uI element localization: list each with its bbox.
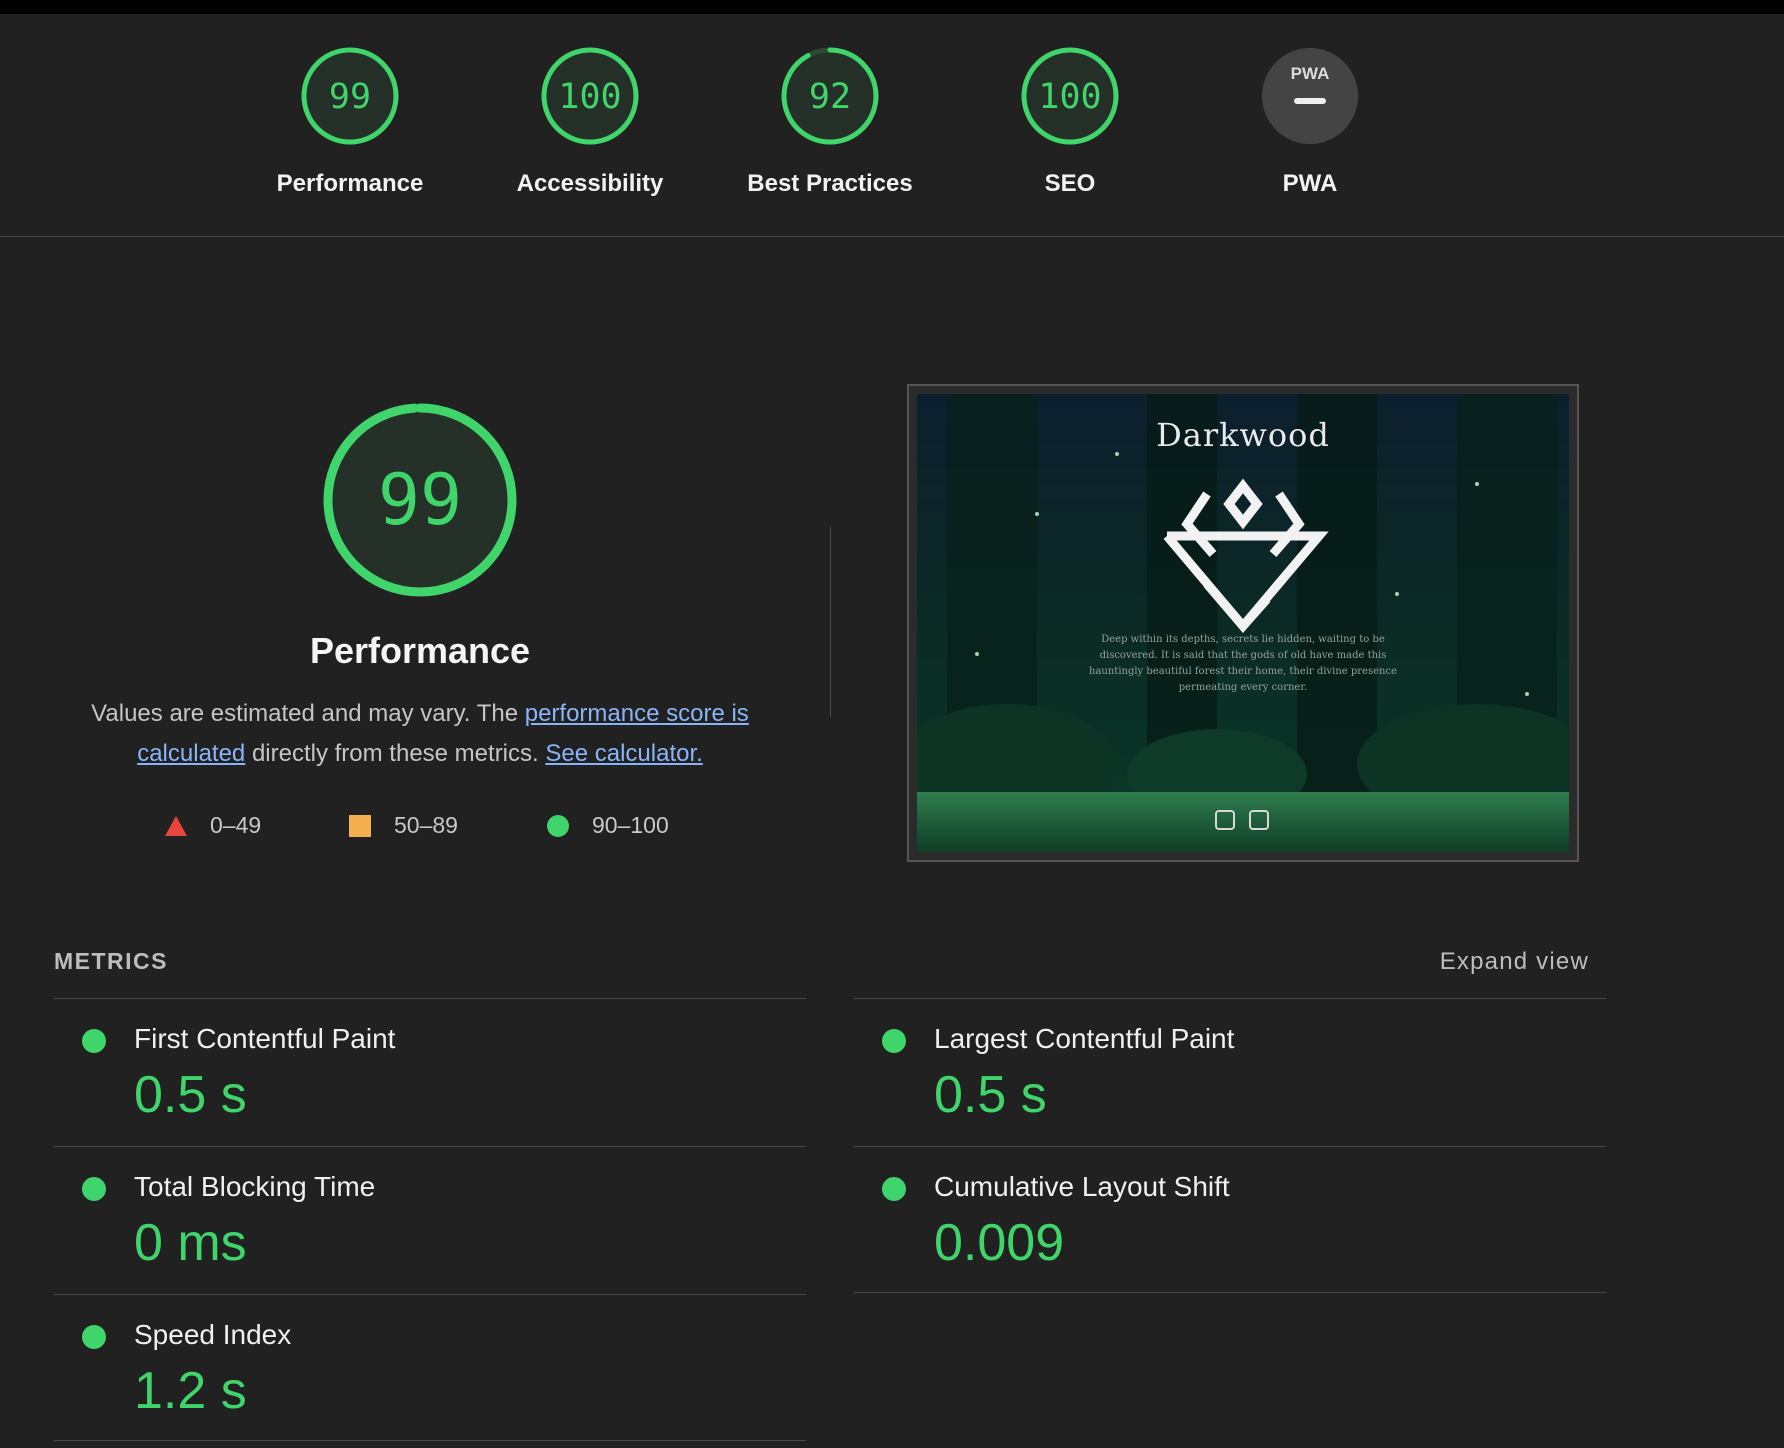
- metric-name: Largest Contentful Paint: [934, 1023, 1235, 1054]
- metric-name: Cumulative Layout Shift: [934, 1171, 1230, 1202]
- legend-range: 0–49: [210, 812, 262, 838]
- legend-average: 50–89: [348, 812, 458, 839]
- legend-range: 90–100: [592, 812, 669, 838]
- screenshot-text: Deep within its depths, secrets lie hidd…: [1089, 634, 1397, 693]
- pass-circle-icon: [82, 1177, 106, 1201]
- gauge-score: 100: [558, 77, 621, 117]
- square-icon: [349, 814, 371, 837]
- gauge-seo[interactable]: 100 SEO: [960, 46, 1180, 198]
- legend-range: 50–89: [394, 812, 458, 838]
- linkedin-icon: [1249, 810, 1269, 830]
- final-screenshot[interactable]: Darkwood Deep within its depths, secrets…: [907, 384, 1579, 862]
- circle-icon: [547, 814, 569, 837]
- metric-value: 0.5 s: [134, 1066, 247, 1124]
- performance-description: Values are estimated and may vary. The p…: [60, 694, 780, 774]
- metric-first-contentful-paint: First Contentful Paint 0.5 s: [54, 998, 806, 1146]
- gauge-label: Performance: [276, 170, 424, 197]
- gauge-score: 99: [329, 77, 371, 117]
- gauge-ring: 92: [781, 47, 879, 145]
- screenshot-social-icons: [1215, 810, 1269, 830]
- gauge-pwa[interactable]: PWA PWA: [1200, 46, 1420, 198]
- metric-divider: [854, 1292, 1606, 1293]
- metric-speed-index: Speed Index 1.2 s: [54, 1294, 806, 1442]
- forest-background: [917, 394, 1569, 852]
- legend-pass: 90–100: [546, 812, 669, 839]
- metric-value: 0.009: [934, 1214, 1065, 1272]
- gauge-label: PWA: [1282, 170, 1338, 197]
- metric-name: Total Blocking Time: [134, 1171, 376, 1202]
- metric-total-blocking-time: Total Blocking Time 0 ms: [54, 1146, 806, 1294]
- performance-score: 99: [378, 459, 462, 541]
- pass-circle-icon: [882, 1177, 906, 1201]
- gauge-score: 100: [1038, 77, 1101, 117]
- pass-circle-icon: [882, 1029, 906, 1053]
- top-bar: [0, 0, 1784, 14]
- metric-name: First Contentful Paint: [134, 1023, 396, 1054]
- gauge-label: Accessibility: [516, 170, 664, 197]
- gauge-performance[interactable]: 99 Performance: [240, 46, 460, 198]
- legend-fail: 0–49: [164, 812, 261, 839]
- metric-name: Speed Index: [134, 1319, 292, 1350]
- pwa-badge-icon: PWA: [1262, 48, 1358, 144]
- gauge-score: 92: [809, 77, 851, 117]
- expand-view-toggle[interactable]: Expand view: [1440, 948, 1589, 976]
- see-calculator-link[interactable]: See calculator.: [545, 740, 702, 767]
- performance-title: Performance: [309, 630, 531, 671]
- metrics-heading: METRICS: [54, 948, 168, 974]
- gauge-ring: 99: [301, 47, 399, 145]
- metric-divider: [54, 1440, 806, 1441]
- gauge-ring: 100: [541, 47, 639, 145]
- pass-circle-icon: [82, 1325, 106, 1349]
- vertical-divider: [830, 527, 831, 717]
- metric-value: 1.2 s: [134, 1362, 247, 1420]
- metric-cumulative-layout-shift: Cumulative Layout Shift 0.009: [854, 1146, 1606, 1294]
- performance-summary: 99 Performance Values are estimated and …: [60, 400, 780, 774]
- gauge-best-practices[interactable]: 92 Best Practices: [720, 46, 940, 198]
- metric-largest-contentful-paint: Largest Contentful Paint 0.5 s: [854, 998, 1606, 1146]
- gauge-ring: 100: [1021, 47, 1119, 145]
- dash-icon: [1294, 98, 1326, 104]
- metric-value: 0 ms: [134, 1214, 247, 1272]
- metric-value: 0.5 s: [934, 1066, 1047, 1124]
- gauge-accessibility[interactable]: 100 Accessibility: [480, 46, 700, 198]
- description-text: Values are estimated and may vary. The: [91, 700, 525, 727]
- pwa-badge-text: PWA: [1291, 64, 1330, 83]
- triangle-icon: [165, 815, 187, 836]
- description-text: directly from these metrics.: [245, 740, 546, 767]
- gauge-label: Best Practices: [747, 170, 913, 197]
- gauge-label: SEO: [1044, 170, 1096, 197]
- performance-gauge: 99: [323, 403, 517, 597]
- github-icon: [1215, 810, 1235, 830]
- screenshot-image: Darkwood Deep within its depths, secrets…: [917, 394, 1569, 852]
- pass-circle-icon: [82, 1029, 106, 1053]
- screenshot-title: Darkwood: [1156, 416, 1330, 454]
- category-gauges: 99 Performance 100 Accessibility 92 Best…: [0, 14, 1784, 237]
